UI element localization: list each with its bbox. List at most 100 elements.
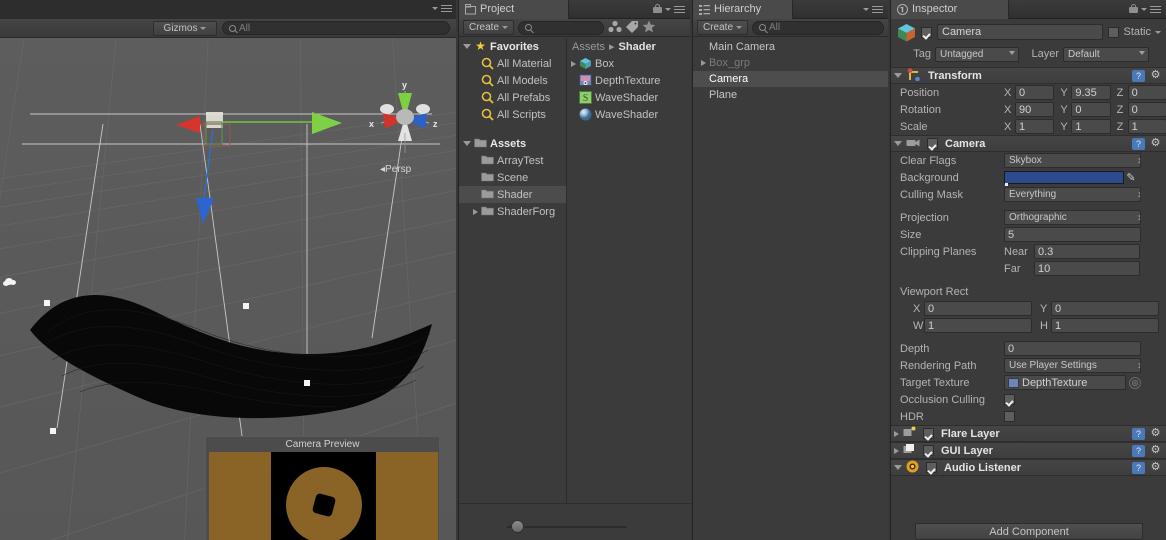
- project-asset-list[interactable]: Assets ▸ Shader Box DepthTexture S WaveShad…: [567, 38, 691, 503]
- component-header[interactable]: Flare Layer? ⚙: [891, 425, 1166, 442]
- favorite-filter-icon[interactable]: [642, 20, 656, 36]
- asset-list-item[interactable]: S WaveShader: [567, 89, 691, 106]
- scene-viewport[interactable]: x z y ◂Persp Camera Preview: [0, 38, 456, 540]
- static-checkbox[interactable]: [1108, 26, 1120, 38]
- gear-icon[interactable]: ⚙: [1149, 444, 1162, 457]
- tab-project[interactable]: Project: [459, 0, 569, 19]
- hierarchy-item[interactable]: Box_grp: [693, 55, 888, 71]
- near-field[interactable]: 0.3: [1034, 244, 1140, 259]
- project-tree-item[interactable]: All Scripts: [459, 106, 566, 123]
- tab-hierarchy[interactable]: Hierarchy: [693, 0, 793, 19]
- rendering-path-dropdown[interactable]: Use Player Settings: [1004, 358, 1141, 373]
- static-toggle[interactable]: Static: [1108, 26, 1161, 38]
- viewport-w-field[interactable]: 1: [924, 318, 1032, 333]
- help-icon[interactable]: ?: [1132, 69, 1145, 82]
- eyedropper-icon[interactable]: ✎: [1124, 171, 1138, 185]
- transform-y-field[interactable]: 9.35: [1071, 85, 1111, 100]
- component-header[interactable]: GUI Layer? ⚙: [891, 442, 1166, 459]
- project-tree-item[interactable]: Assets: [459, 135, 566, 152]
- viewport-h-field[interactable]: 1: [1051, 318, 1159, 333]
- transform-z-field[interactable]: 1: [1127, 119, 1166, 134]
- project-tree-item[interactable]: ShaderForg: [459, 203, 566, 220]
- size-field[interactable]: 5: [1004, 227, 1141, 242]
- tag-dropdown[interactable]: Untagged: [935, 46, 1019, 62]
- gear-icon[interactable]: ⚙: [1149, 427, 1162, 440]
- camera-enabled-checkbox[interactable]: [927, 138, 938, 149]
- component-header[interactable]: Audio Listener? ⚙: [891, 459, 1166, 476]
- viewport-y-field[interactable]: 0: [1051, 301, 1159, 316]
- chevron-down-icon[interactable]: [1155, 30, 1161, 34]
- label-filter-icon[interactable]: [625, 20, 639, 36]
- hierarchy-panel-menu[interactable]: [863, 5, 888, 14]
- hierarchy-create-button[interactable]: Create: [697, 20, 749, 35]
- occlusion-culling-checkbox[interactable]: [1004, 394, 1015, 405]
- scene-search-input[interactable]: All: [222, 21, 450, 35]
- hierarchy-item[interactable]: Main Camera: [693, 39, 888, 55]
- project-tree-item[interactable]: All Models: [459, 72, 566, 89]
- tab-inspector[interactable]: Inspector: [891, 0, 1009, 19]
- project-create-button[interactable]: Create: [463, 20, 515, 35]
- expand-arrow-icon[interactable]: [894, 447, 899, 454]
- transform-x-field[interactable]: 0: [1015, 85, 1055, 100]
- viewport-x-field[interactable]: 0: [924, 301, 1032, 316]
- hierarchy-item[interactable]: Camera: [693, 71, 888, 87]
- transform-z-field[interactable]: 0: [1127, 85, 1166, 100]
- gear-icon[interactable]: ⚙: [1149, 69, 1162, 82]
- help-icon[interactable]: ?: [1132, 461, 1145, 474]
- gear-icon[interactable]: ⚙: [1149, 137, 1162, 150]
- clear-flags-dropdown[interactable]: Skybox: [1004, 153, 1141, 168]
- hierarchy-item[interactable]: Plane: [693, 87, 888, 103]
- project-tree[interactable]: ★ Favorites All Material All Models All Pref…: [459, 38, 567, 503]
- gameobject-active-checkbox[interactable]: [921, 26, 932, 38]
- component-header-transform[interactable]: Transform ? ⚙: [891, 67, 1166, 84]
- depth-field[interactable]: 0: [1004, 341, 1141, 356]
- add-component-button[interactable]: Add Component: [915, 523, 1143, 540]
- transform-y-field[interactable]: 0: [1071, 102, 1111, 117]
- hdr-checkbox[interactable]: [1004, 411, 1015, 422]
- asset-list-item[interactable]: DepthTexture: [567, 72, 691, 89]
- asset-list-item[interactable]: Box: [567, 55, 691, 72]
- project-tree-item[interactable]: All Prefabs: [459, 89, 566, 106]
- far-field[interactable]: 10: [1034, 261, 1140, 276]
- background-color-swatch[interactable]: [1004, 171, 1124, 186]
- component-enabled-checkbox[interactable]: [926, 462, 937, 473]
- collapse-arrow-icon[interactable]: [463, 141, 471, 146]
- project-tree-item[interactable]: Scene: [459, 169, 566, 186]
- scene-panel-menu[interactable]: [432, 4, 452, 13]
- hierarchy-search-input[interactable]: All: [752, 20, 884, 35]
- hierarchy-list[interactable]: Main Camera Box_grp Camera Plane: [693, 37, 888, 103]
- gizmos-dropdown[interactable]: Gizmos: [153, 20, 217, 36]
- collapse-arrow-icon[interactable]: [894, 465, 902, 470]
- breadcrumb-root[interactable]: Assets: [572, 41, 605, 53]
- expand-arrow-icon[interactable]: [894, 430, 899, 437]
- zoom-slider-knob[interactable]: [511, 520, 524, 533]
- asset-list-item[interactable]: WaveShader: [567, 106, 691, 123]
- projection-dropdown[interactable]: Orthographic: [1004, 210, 1141, 225]
- culling-mask-dropdown[interactable]: Everything: [1004, 187, 1141, 202]
- scene-orientation-gizmo[interactable]: x z y: [369, 80, 439, 153]
- project-panel-menu[interactable]: [653, 4, 690, 14]
- component-enabled-checkbox[interactable]: [923, 428, 934, 439]
- project-search-input[interactable]: [518, 20, 605, 35]
- help-icon[interactable]: ?: [1132, 444, 1145, 457]
- help-icon[interactable]: ?: [1132, 427, 1145, 440]
- gear-icon[interactable]: ⚙: [1149, 461, 1162, 474]
- help-icon[interactable]: ?: [1132, 137, 1145, 150]
- layer-dropdown[interactable]: Default: [1063, 46, 1149, 62]
- transform-x-field[interactable]: 1: [1015, 119, 1055, 134]
- transform-y-field[interactable]: 1: [1071, 119, 1111, 134]
- project-tree-item[interactable]: ★ Favorites: [459, 38, 566, 55]
- gameobject-name-field[interactable]: Camera: [937, 24, 1104, 40]
- project-tree-item[interactable]: Shader: [459, 186, 566, 203]
- projection-mode-label[interactable]: ◂Persp: [380, 164, 411, 175]
- transform-x-field[interactable]: 90: [1015, 102, 1055, 117]
- component-enabled-checkbox[interactable]: [923, 445, 934, 456]
- component-header-camera[interactable]: Camera ? ⚙: [891, 135, 1166, 152]
- project-tree-item[interactable]: ArrayTest: [459, 152, 566, 169]
- zoom-slider-track[interactable]: [507, 526, 627, 528]
- collapse-arrow-icon[interactable]: [463, 44, 471, 49]
- object-picker-button[interactable]: ◎: [1129, 376, 1141, 389]
- lock-icon[interactable]: [1129, 4, 1138, 14]
- transform-z-field[interactable]: 0: [1127, 102, 1166, 117]
- lock-icon[interactable]: [653, 4, 662, 14]
